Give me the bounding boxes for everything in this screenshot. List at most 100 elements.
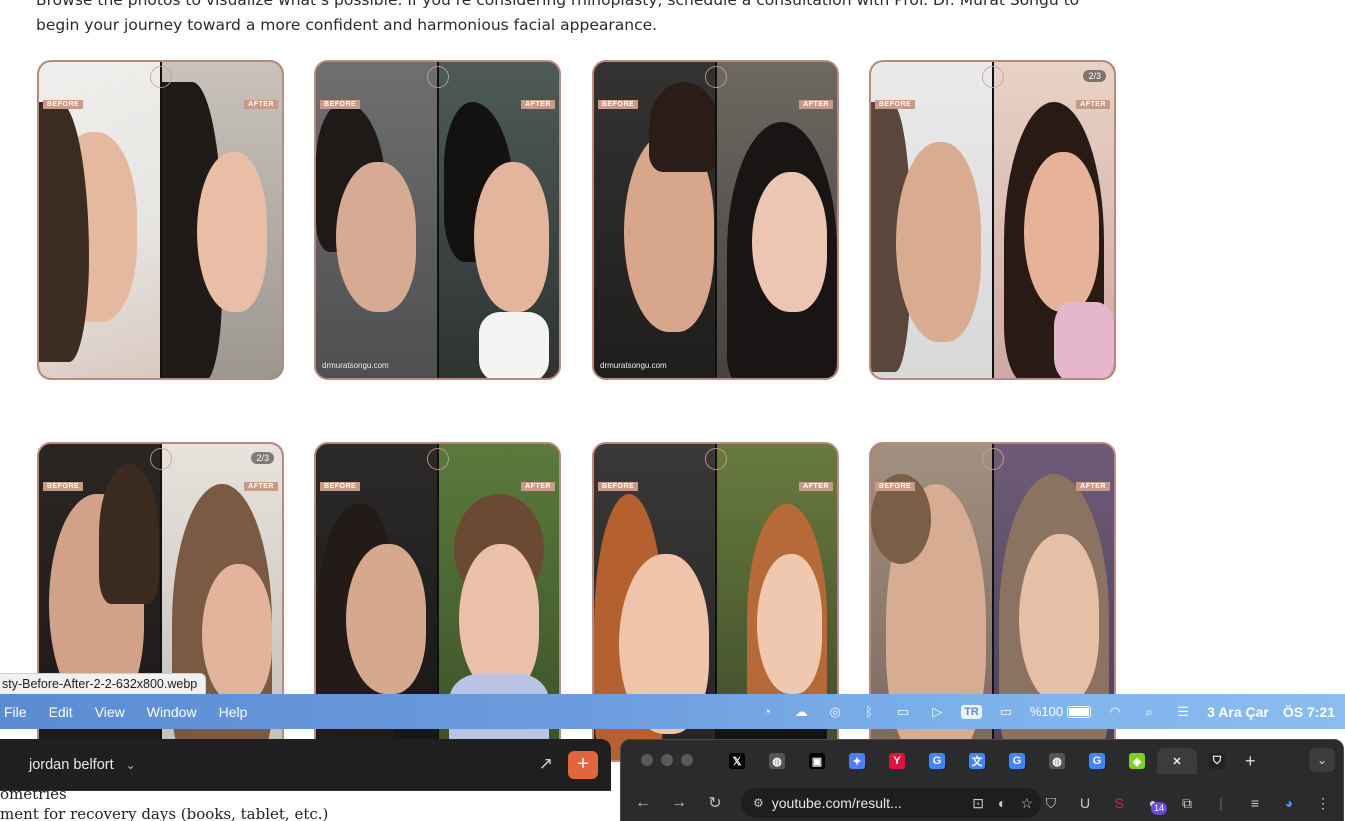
document-title[interactable]: jordan belfort: [29, 757, 114, 773]
shield-icon: ⛉: [1209, 753, 1225, 769]
menu-file[interactable]: File: [4, 704, 27, 720]
menu-help[interactable]: Help: [219, 704, 248, 720]
after-photo: AFTER: [991, 62, 1114, 378]
chevron-down-icon[interactable]: ⌄: [126, 758, 136, 772]
input-source-badge[interactable]: TR: [961, 704, 982, 719]
wifi-icon[interactable]: ◠: [1105, 703, 1125, 721]
reading-list-icon[interactable]: ≡: [1245, 793, 1265, 813]
browser-tab[interactable]: ◈: [1117, 748, 1157, 774]
before-label: BEFORE: [320, 482, 361, 491]
notes-toolbar: jordan belfort ⌄ ↗ +: [0, 739, 611, 791]
separator: |: [1219, 795, 1223, 811]
after-label: AFTER: [244, 100, 278, 109]
address-url: youtube.com/result...: [771, 795, 902, 811]
gallery-photo-3[interactable]: BEFORE AFTER drmuratsongu.com: [592, 60, 839, 380]
menu-edit[interactable]: Edit: [49, 704, 73, 720]
browser-tab[interactable]: ✕: [1157, 748, 1197, 774]
after-label: AFTER: [521, 100, 555, 109]
share-icon[interactable]: ↗: [539, 754, 553, 774]
minimize-window-button[interactable]: [661, 754, 673, 766]
clinic-logo-icon: [426, 448, 449, 470]
moon-clock-icon[interactable]: ◔: [757, 703, 777, 721]
tab-search-dropdown[interactable]: ⌄: [1309, 748, 1335, 772]
new-item-button[interactable]: +: [568, 751, 598, 779]
before-label: BEFORE: [598, 482, 639, 491]
before-label: BEFORE: [875, 100, 916, 109]
u-extension-icon[interactable]: U: [1075, 793, 1095, 813]
menu-window[interactable]: Window: [147, 704, 197, 720]
shield-extension-icon[interactable]: ⛉: [1041, 793, 1061, 813]
document-line-2: ment for recovery days (books, tablet, e…: [0, 805, 329, 821]
back-icon[interactable]: ←: [625, 794, 661, 812]
more-menu-icon[interactable]: ⋮: [1313, 793, 1333, 813]
gallery-photo-2[interactable]: BEFORE AFTER drmuratsongu.com: [314, 60, 561, 380]
before-photo: BEFORE: [594, 62, 719, 378]
control-center-icon[interactable]: ☰: [1173, 703, 1193, 721]
before-label: BEFORE: [320, 100, 361, 109]
google-icon: G: [1009, 753, 1025, 769]
browser-tab[interactable]: G: [1077, 748, 1117, 774]
clinic-logo-icon: [149, 66, 172, 88]
zoom-window-button[interactable]: [681, 754, 693, 766]
browser-tab[interactable]: ▣: [797, 748, 837, 774]
document-body[interactable]: ometries ment for recovery days (books, …: [0, 785, 611, 821]
menu-view[interactable]: View: [95, 704, 125, 720]
cloud-icon[interactable]: ☁: [791, 703, 811, 721]
browser-tab[interactable]: 文: [957, 748, 997, 774]
before-photo: BEFORE: [39, 62, 160, 378]
eye-off-icon[interactable]: ◐: [998, 795, 1006, 812]
browser-tab[interactable]: ◍: [757, 748, 797, 774]
puzzle-extensions-icon[interactable]: ⧉: [1177, 793, 1197, 813]
profile-avatar[interactable]: ◕: [1279, 793, 1299, 813]
battery-status[interactable]: %100: [1030, 704, 1092, 719]
search-icon[interactable]: ⌕: [1139, 703, 1159, 721]
browser-tab[interactable]: Y: [877, 748, 917, 774]
google-icon: G: [929, 753, 945, 769]
menubar-date[interactable]: 3 Ara Çar: [1207, 704, 1269, 720]
close-window-button[interactable]: [641, 754, 653, 766]
before-photo: BEFORE: [316, 62, 437, 378]
bookmark-star-icon[interactable]: ☆: [1020, 795, 1033, 812]
window-icon[interactable]: ▭: [893, 703, 913, 721]
browser-tab[interactable]: ◍: [1037, 748, 1077, 774]
extension-count-badge: 14: [1151, 802, 1168, 815]
site-settings-icon[interactable]: ⚙: [753, 796, 764, 810]
gallery-photo-1[interactable]: BEFORE AFTER: [37, 60, 284, 380]
menubar-time[interactable]: ÖS 7:21: [1283, 704, 1335, 720]
document-line-1: ometries: [0, 785, 67, 803]
bluetooth-icon[interactable]: ᛒ: [859, 703, 879, 721]
browser-tab-strip: 𝕏 ◍ ▣ ✦ Y G 文 G ◍ G ◈ ✕ ⛉ +: [717, 748, 1256, 774]
close-icon[interactable]: ✕: [1169, 753, 1185, 769]
clinic-logo-icon: [704, 66, 727, 88]
intro-line-1: Browse the photos to visualize what’s po…: [36, 0, 1080, 9]
after-photo: AFTER: [436, 62, 559, 378]
intro-paragraph: Browse the photos to visualize what’s po…: [36, 0, 1126, 38]
reload-icon[interactable]: ↻: [697, 793, 733, 813]
target-icon[interactable]: ◎: [825, 703, 845, 721]
watermark: drmuratsongu.com: [322, 361, 389, 370]
forward-icon[interactable]: →: [661, 794, 697, 812]
gallery-photo-4[interactable]: BEFORE AFTER 2/3: [869, 60, 1116, 380]
square-app-icon: ▣: [809, 753, 825, 769]
new-tab-button[interactable]: +: [1245, 751, 1256, 772]
s-extension-icon[interactable]: S: [1109, 793, 1129, 813]
clinic-logo-icon: [981, 66, 1004, 88]
notes-app-window: jordan belfort ⌄ ↗ + ometries ment for r…: [0, 739, 611, 821]
before-photo: BEFORE: [871, 62, 992, 378]
browser-tab[interactable]: ✦: [837, 748, 877, 774]
address-bar[interactable]: ⚙ youtube.com/result... ⊡ ◐ ☆: [741, 788, 1041, 818]
install-app-icon[interactable]: ⊡: [972, 795, 984, 812]
clinic-logo-icon: [704, 448, 727, 470]
globe-icon: ◍: [1049, 753, 1065, 769]
browser-tab[interactable]: G: [917, 748, 957, 774]
browser-tab[interactable]: ⛉: [1197, 748, 1237, 774]
green-app-icon: ◈: [1129, 753, 1145, 769]
macos-menubar: File Edit View Window Help ◔ ☁ ◎ ᛒ ▭ ▷ T…: [0, 694, 1345, 729]
purple-extension-icon[interactable]: ●14: [1143, 793, 1168, 815]
browser-window: 𝕏 ◍ ▣ ✦ Y G 文 G ◍ G ◈ ✕ ⛉ + ⌄ ← → ↻ ⚙ youtube.com/res…: [620, 739, 1344, 821]
browser-tab[interactable]: 𝕏: [717, 748, 757, 774]
browser-tab[interactable]: G: [997, 748, 1037, 774]
play-icon[interactable]: ▷: [927, 703, 947, 721]
after-label: AFTER: [799, 100, 833, 109]
display-icon[interactable]: ▭: [996, 703, 1016, 721]
